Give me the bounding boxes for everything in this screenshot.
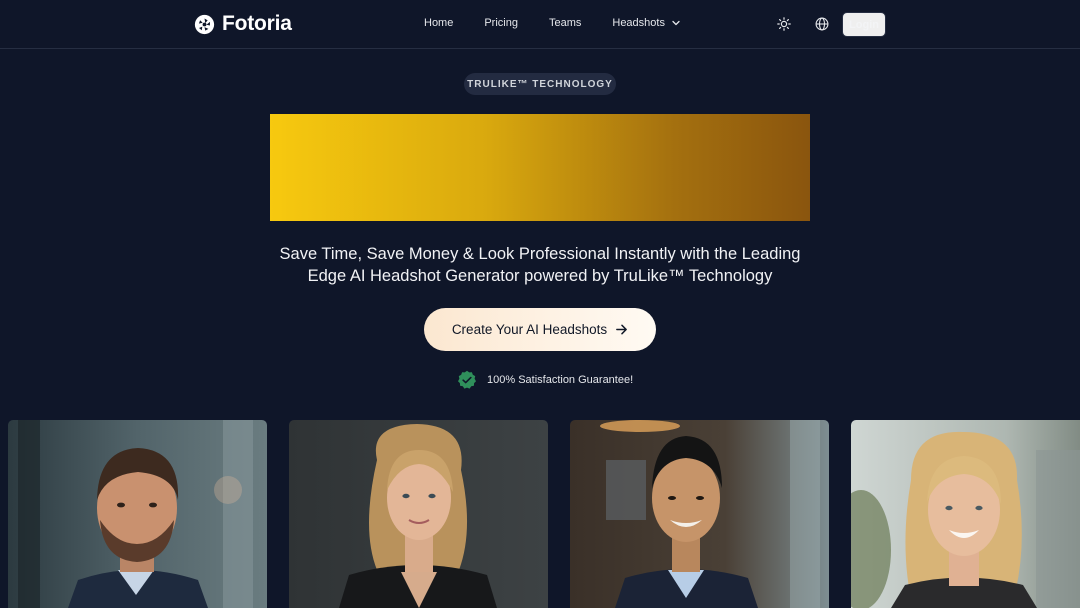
nav-headshots-label: Headshots bbox=[612, 17, 665, 29]
guarantee-text: 100% Satisfaction Guarantee! bbox=[487, 374, 634, 386]
man-with-beard-portrait-icon bbox=[8, 420, 267, 608]
smiling-man-portrait-icon bbox=[570, 420, 829, 608]
chevron-down-icon bbox=[672, 20, 680, 26]
nav-home[interactable]: Home bbox=[424, 17, 453, 29]
check-badge-icon bbox=[458, 370, 476, 389]
login-button[interactable]: Login bbox=[842, 12, 886, 37]
hero-headline: Save Time, Save Money & Look Professiona… bbox=[279, 245, 801, 285]
hero-banner-image bbox=[270, 114, 810, 221]
top-navigation: Fotoria Home Pricing Teams Headshots Log… bbox=[0, 0, 1080, 49]
headshot-photo-3 bbox=[570, 420, 829, 608]
blonde-woman-portrait-icon bbox=[289, 420, 548, 608]
sun-icon bbox=[777, 17, 791, 31]
nav-teams[interactable]: Teams bbox=[549, 17, 581, 29]
create-headshots-button[interactable]: Create Your AI Headshots bbox=[424, 308, 656, 351]
language-button[interactable] bbox=[815, 17, 829, 31]
smiling-woman-portrait-icon bbox=[851, 420, 1080, 608]
nav-pricing[interactable]: Pricing bbox=[484, 17, 518, 29]
aperture-logo-icon bbox=[194, 14, 215, 34]
globe-icon bbox=[815, 17, 829, 31]
arrow-right-icon bbox=[616, 324, 628, 335]
headshot-photo-1 bbox=[8, 420, 267, 608]
technology-badge: TRULIKE™ TECHNOLOGY bbox=[464, 73, 616, 95]
headshot-photo-4 bbox=[851, 420, 1080, 608]
headshot-photo-2 bbox=[289, 420, 548, 608]
cta-label: Create Your AI Headshots bbox=[451, 322, 608, 337]
nav-headshots-dropdown[interactable]: Headshots bbox=[612, 17, 681, 29]
theme-toggle-button[interactable] bbox=[777, 17, 791, 31]
brand-name: Fotoria bbox=[222, 12, 292, 35]
primary-nav: Home Pricing Teams Headshots bbox=[424, 17, 681, 29]
satisfaction-guarantee: 100% Satisfaction Guarantee! bbox=[457, 370, 633, 390]
brand-logo-link[interactable]: Fotoria bbox=[194, 12, 292, 35]
